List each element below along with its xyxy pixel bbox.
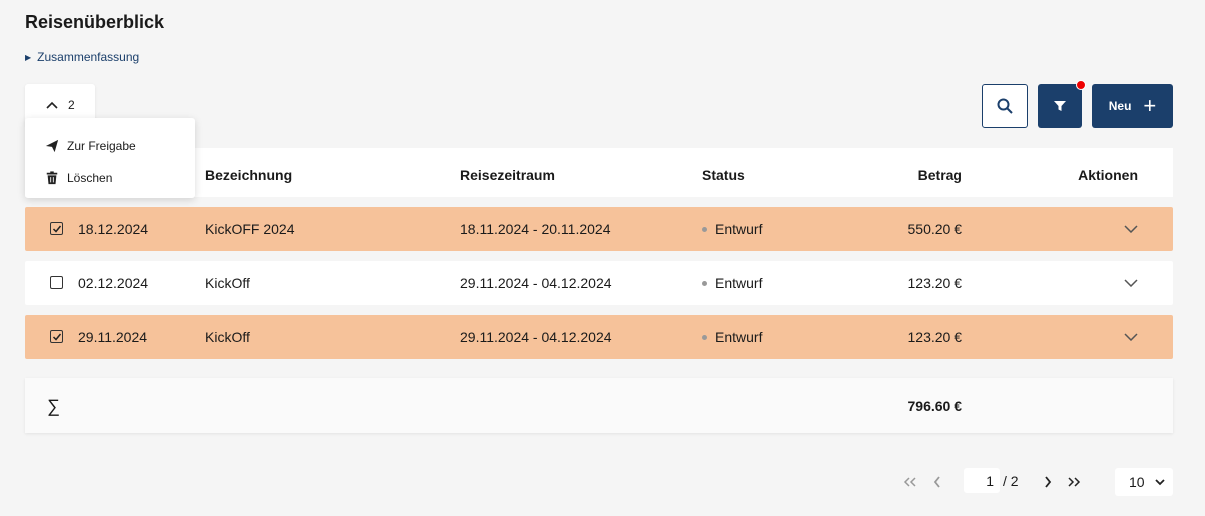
chevron-left-icon xyxy=(933,476,940,488)
sum-row: ∑ 796.60 € xyxy=(25,378,1173,433)
plus-icon: + xyxy=(1143,93,1157,118)
send-icon xyxy=(45,139,59,153)
trash-icon xyxy=(46,171,58,185)
status-dot-icon xyxy=(702,226,707,232)
row-checkbox[interactable] xyxy=(50,222,63,235)
chevron-down-icon xyxy=(1124,279,1138,287)
chevron-down-icon xyxy=(1155,478,1165,485)
summary-label: Zusammenfassung xyxy=(37,50,140,64)
status-dot-icon xyxy=(702,280,707,286)
chevron-down-icon xyxy=(1124,225,1138,233)
summary-toggle[interactable]: ▶ Zusammenfassung xyxy=(25,50,139,64)
row-date: 29.11.2024 xyxy=(78,329,148,345)
row-name: KickOFF 2024 xyxy=(205,221,295,237)
status-dot-icon xyxy=(702,334,707,340)
page-number-input[interactable]: 1 xyxy=(964,468,1000,493)
expand-row-button[interactable] xyxy=(1124,207,1138,251)
row-date: 18.12.2024 xyxy=(78,221,149,237)
column-header-bezeichnung[interactable]: Bezeichnung xyxy=(205,148,292,197)
row-amount: 123.20 € xyxy=(907,329,963,345)
row-status: Entwurf xyxy=(702,315,762,359)
chevron-down-icon xyxy=(1124,333,1138,341)
menu-item-label: Zur Freigabe xyxy=(67,139,136,153)
filter-active-badge xyxy=(1076,80,1086,90)
row-period: 18.11.2024 - 20.11.2024 xyxy=(460,221,611,237)
row-date: 02.12.2024 xyxy=(78,275,149,291)
new-button-label: Neu xyxy=(1108,99,1132,113)
row-amount: 550.20 € xyxy=(907,221,963,237)
new-button[interactable]: Neu + xyxy=(1092,84,1173,128)
selection-count: 2 xyxy=(68,98,75,112)
sum-icon: ∑ xyxy=(47,396,60,416)
row-status: Entwurf xyxy=(702,261,762,305)
menu-item-loeschen[interactable]: Löschen xyxy=(25,162,195,194)
row-name: KickOff xyxy=(205,329,250,345)
checkmark-icon xyxy=(52,333,61,341)
chevron-right-icon xyxy=(1045,476,1052,488)
selection-actions-menu: Zur Freigabe Löschen xyxy=(25,118,195,198)
row-period: 29.11.2024 - 04.12.2024 xyxy=(460,329,612,345)
row-status: Entwurf xyxy=(702,207,762,251)
page-title: Reisenüberblick xyxy=(25,12,165,32)
menu-item-label: Löschen xyxy=(67,171,113,185)
column-header-betrag[interactable]: Betrag xyxy=(918,148,962,197)
table-row[interactable]: 02.12.2024 KickOff 29.11.2024 - 04.12.20… xyxy=(25,261,1173,305)
search-icon xyxy=(997,98,1013,114)
first-page-button[interactable] xyxy=(900,470,920,494)
page-size-select[interactable]: 10 xyxy=(1115,468,1173,496)
status-label: Entwurf xyxy=(715,275,763,291)
previous-page-button[interactable] xyxy=(927,470,947,494)
expand-row-button[interactable] xyxy=(1124,315,1138,359)
page-total: / 2 xyxy=(1003,473,1019,489)
table-header: Bezeichnung Reisezeitraum Status Betrag … xyxy=(25,148,1173,197)
double-chevron-left-icon xyxy=(903,477,916,487)
column-header-aktionen: Aktionen xyxy=(1078,166,1138,183)
search-button[interactable] xyxy=(982,84,1028,128)
page-size-value: 10 xyxy=(1129,474,1145,490)
table-row[interactable]: 18.12.2024 KickOFF 2024 18.11.2024 - 20.… xyxy=(25,207,1173,251)
column-header-reisezeitraum[interactable]: Reisezeitraum xyxy=(460,148,555,197)
table-row[interactable]: 29.11.2024 KickOff 29.11.2024 - 04.12.20… xyxy=(25,315,1173,359)
status-label: Entwurf xyxy=(715,221,763,237)
row-amount: 123.20 € xyxy=(907,275,963,291)
menu-item-zur-freigabe[interactable]: Zur Freigabe xyxy=(25,130,195,162)
next-page-button[interactable] xyxy=(1038,470,1058,494)
last-page-button[interactable] xyxy=(1064,470,1084,494)
expand-row-button[interactable] xyxy=(1124,261,1138,305)
row-name: KickOff xyxy=(205,275,250,291)
chevron-up-icon xyxy=(46,101,58,109)
caret-right-icon: ▶ xyxy=(25,52,32,62)
column-header-status[interactable]: Status xyxy=(702,148,745,197)
row-checkbox[interactable] xyxy=(50,330,63,343)
status-label: Entwurf xyxy=(715,329,763,345)
checkmark-icon xyxy=(52,225,61,233)
double-chevron-right-icon xyxy=(1068,477,1081,487)
row-period: 29.11.2024 - 04.12.2024 xyxy=(460,275,612,291)
row-checkbox[interactable] xyxy=(50,276,63,289)
sum-total: 796.60 € xyxy=(907,398,963,414)
filter-button[interactable] xyxy=(1038,80,1086,128)
filter-icon xyxy=(1054,101,1066,111)
